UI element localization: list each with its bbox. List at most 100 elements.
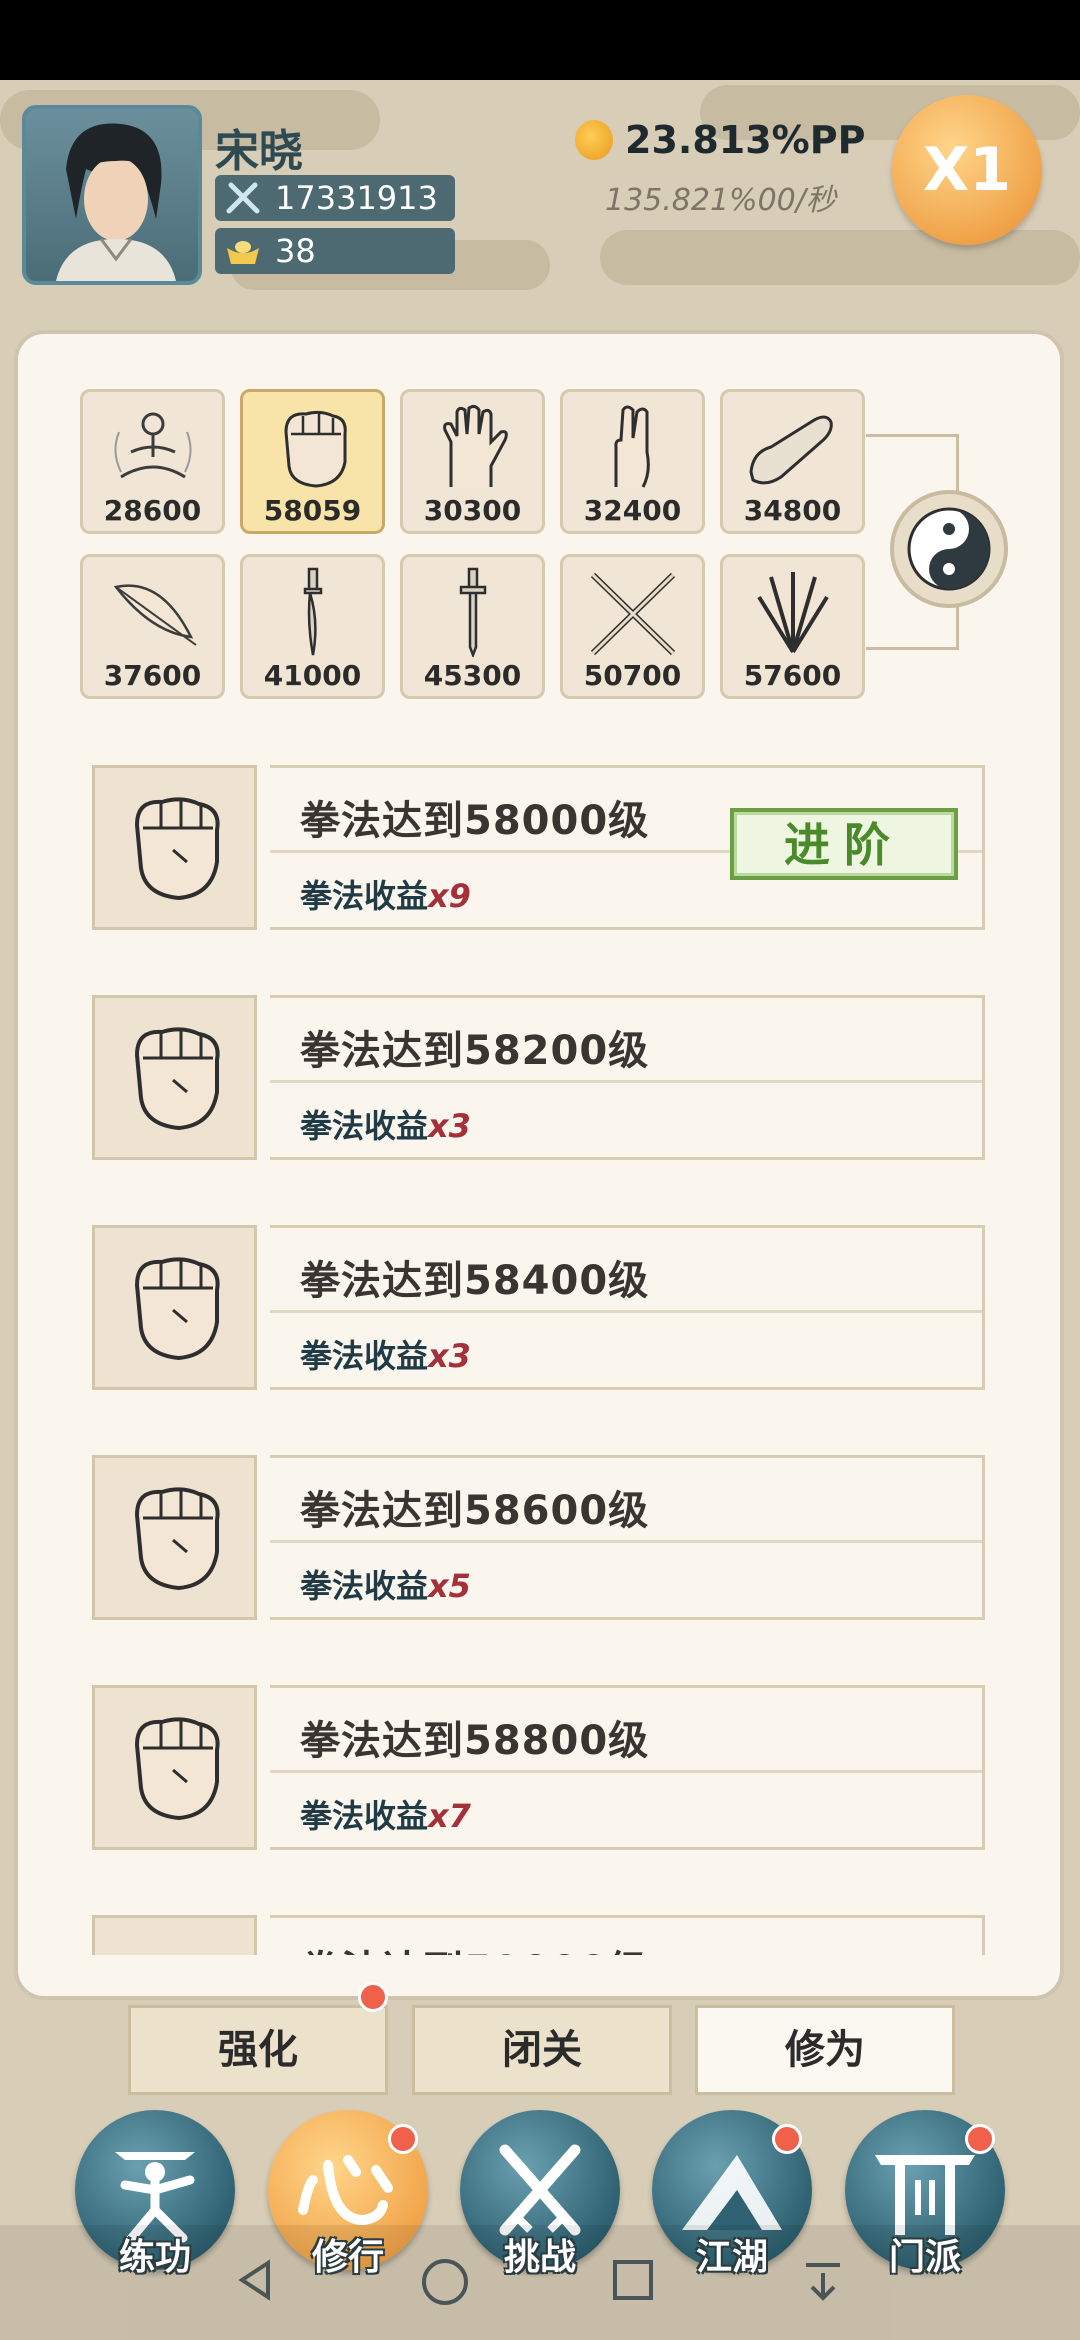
task-icon	[92, 1225, 257, 1390]
back-icon[interactable]	[230, 2255, 280, 2305]
task-title: 拳法达到59000级	[300, 1938, 649, 1955]
combat-power: 17331913	[215, 175, 455, 221]
speed-multiplier-button[interactable]: X1	[892, 95, 1042, 245]
notification-dot	[358, 1982, 388, 2012]
nav-label: 江湖	[695, 2237, 768, 2278]
task-card: 拳法达到59000级	[270, 1915, 985, 1955]
skill-tile-darts[interactable]: 57600	[720, 554, 865, 699]
task-row: 拳法达到58200级 拳法收益x3	[92, 995, 985, 1160]
palm-icon	[443, 404, 508, 487]
task-multiplier: x3	[428, 1337, 471, 1375]
fist-icon	[134, 1717, 220, 1821]
task-multiplier: x9	[428, 877, 471, 915]
throwing-darts-icon	[757, 572, 829, 654]
task-divider	[270, 1310, 982, 1313]
skill-tile-footwork[interactable]: 34800	[720, 389, 865, 534]
task-card: 拳法达到58600级 拳法收益x5	[270, 1455, 985, 1620]
player-name: 宋晓	[215, 126, 303, 177]
nav-label: 修行	[311, 2237, 384, 2278]
crossed-spears-icon	[590, 572, 676, 656]
task-icon	[92, 1455, 257, 1620]
tab-strengthen[interactable]: 强化	[128, 2005, 388, 2095]
task-icon	[92, 1685, 257, 1850]
home-icon[interactable]	[418, 2255, 472, 2309]
task-row: 拳法达到59000级	[92, 1915, 985, 1955]
pp-value: 23.813%PP	[625, 118, 866, 162]
task-reward-label: 拳法收益	[300, 1337, 429, 1375]
tab-cultivation[interactable]: 修为	[695, 2005, 955, 2095]
tab-seclusion[interactable]: 闭关	[412, 2005, 672, 2095]
fist-icon	[134, 1027, 220, 1131]
crossed-swords-icon	[226, 182, 260, 214]
player-avatar[interactable]	[22, 105, 202, 285]
gourd-icon	[575, 120, 613, 160]
combat-power-value: 17331913	[275, 179, 438, 217]
task-row: 拳法达到58800级 拳法收益x7	[92, 1685, 985, 1850]
task-row: 拳法达到58000级 拳法收益x9 进阶	[92, 765, 985, 930]
task-reward-label: 拳法收益	[300, 1107, 429, 1145]
recents-icon[interactable]	[608, 2255, 658, 2305]
skill-level: 30300	[423, 494, 522, 527]
task-title: 拳法达到58800级	[300, 1718, 650, 1764]
notification-dot	[965, 2124, 995, 2154]
task-icon	[92, 1915, 257, 1955]
skill-level: 50700	[583, 659, 682, 692]
skill-level: 32400	[583, 494, 682, 527]
task-icon	[92, 995, 257, 1160]
meditation-icon	[114, 412, 192, 479]
skill-tile-spear[interactable]: 50700	[560, 554, 705, 699]
skill-tile-finger[interactable]: 32400	[560, 389, 705, 534]
task-multiplier: x3	[428, 1107, 471, 1145]
task-row-partial: 拳法达到59000级	[92, 1915, 985, 1955]
skill-tile-qinggong[interactable]: 37600	[80, 554, 225, 699]
shoe-icon	[749, 415, 833, 485]
pp-rate: 135.821%00/秒	[605, 183, 836, 218]
background-decoration	[600, 230, 1080, 285]
saber-icon	[303, 567, 323, 656]
notification-pull-icon[interactable]	[798, 2255, 848, 2305]
task-reward: 拳法收益x5	[300, 1561, 471, 1607]
yin-yang-icon	[907, 507, 991, 591]
task-title: 拳法达到58000级	[300, 798, 650, 844]
fist-icon	[284, 410, 347, 488]
advance-button[interactable]: 进阶	[730, 808, 958, 880]
yin-yang-button[interactable]	[890, 490, 1008, 608]
gold-ingot-icon	[227, 241, 259, 264]
skill-level: 37600	[103, 659, 202, 692]
fist-icon	[134, 797, 220, 901]
skill-level: 58059	[263, 494, 362, 527]
task-reward-label: 拳法收益	[300, 877, 429, 915]
skill-tile-sword[interactable]: 45300	[400, 554, 545, 699]
task-reward: 拳法收益x9	[300, 871, 471, 917]
skill-level: 45300	[423, 659, 522, 692]
task-divider	[270, 1770, 982, 1773]
skill-level: 28600	[103, 494, 202, 527]
task-title: 拳法达到58400级	[300, 1258, 650, 1304]
task-row: 拳法达到58400级 拳法收益x3	[92, 1225, 985, 1390]
nav-label: 练功	[118, 2237, 191, 2278]
task-reward-label: 拳法收益	[300, 1797, 429, 1835]
task-card: 拳法达到58000级 拳法收益x9 进阶	[270, 765, 985, 930]
task-reward: 拳法收益x7	[300, 1791, 471, 1837]
skill-tile-fist[interactable]: 58059	[240, 389, 385, 534]
hero-portrait-icon	[56, 123, 176, 281]
skill-tile-palm[interactable]: 30300	[400, 389, 545, 534]
task-reward-label: 拳法收益	[300, 1567, 429, 1605]
skill-level: 57600	[743, 659, 842, 692]
task-title: 拳法达到58600级	[300, 1488, 650, 1534]
gold-ingots: 38	[215, 228, 455, 274]
skill-tile-meditation[interactable]: 28600	[80, 389, 225, 534]
task-icon	[92, 765, 257, 930]
sword-icon	[459, 567, 487, 657]
task-row: 拳法达到58600级 拳法收益x5	[92, 1455, 985, 1620]
task-divider	[270, 1080, 982, 1083]
task-card: 拳法达到58200级 拳法收益x3	[270, 995, 985, 1160]
finger-icon	[614, 405, 650, 488]
task-divider	[270, 1540, 982, 1543]
task-title: 拳法达到58200级	[300, 1028, 650, 1074]
fist-icon	[134, 1487, 220, 1591]
skill-tile-saber[interactable]: 41000	[240, 554, 385, 699]
notification-dot	[772, 2124, 802, 2154]
skill-level: 34800	[743, 494, 842, 527]
task-multiplier: x7	[428, 1797, 471, 1835]
